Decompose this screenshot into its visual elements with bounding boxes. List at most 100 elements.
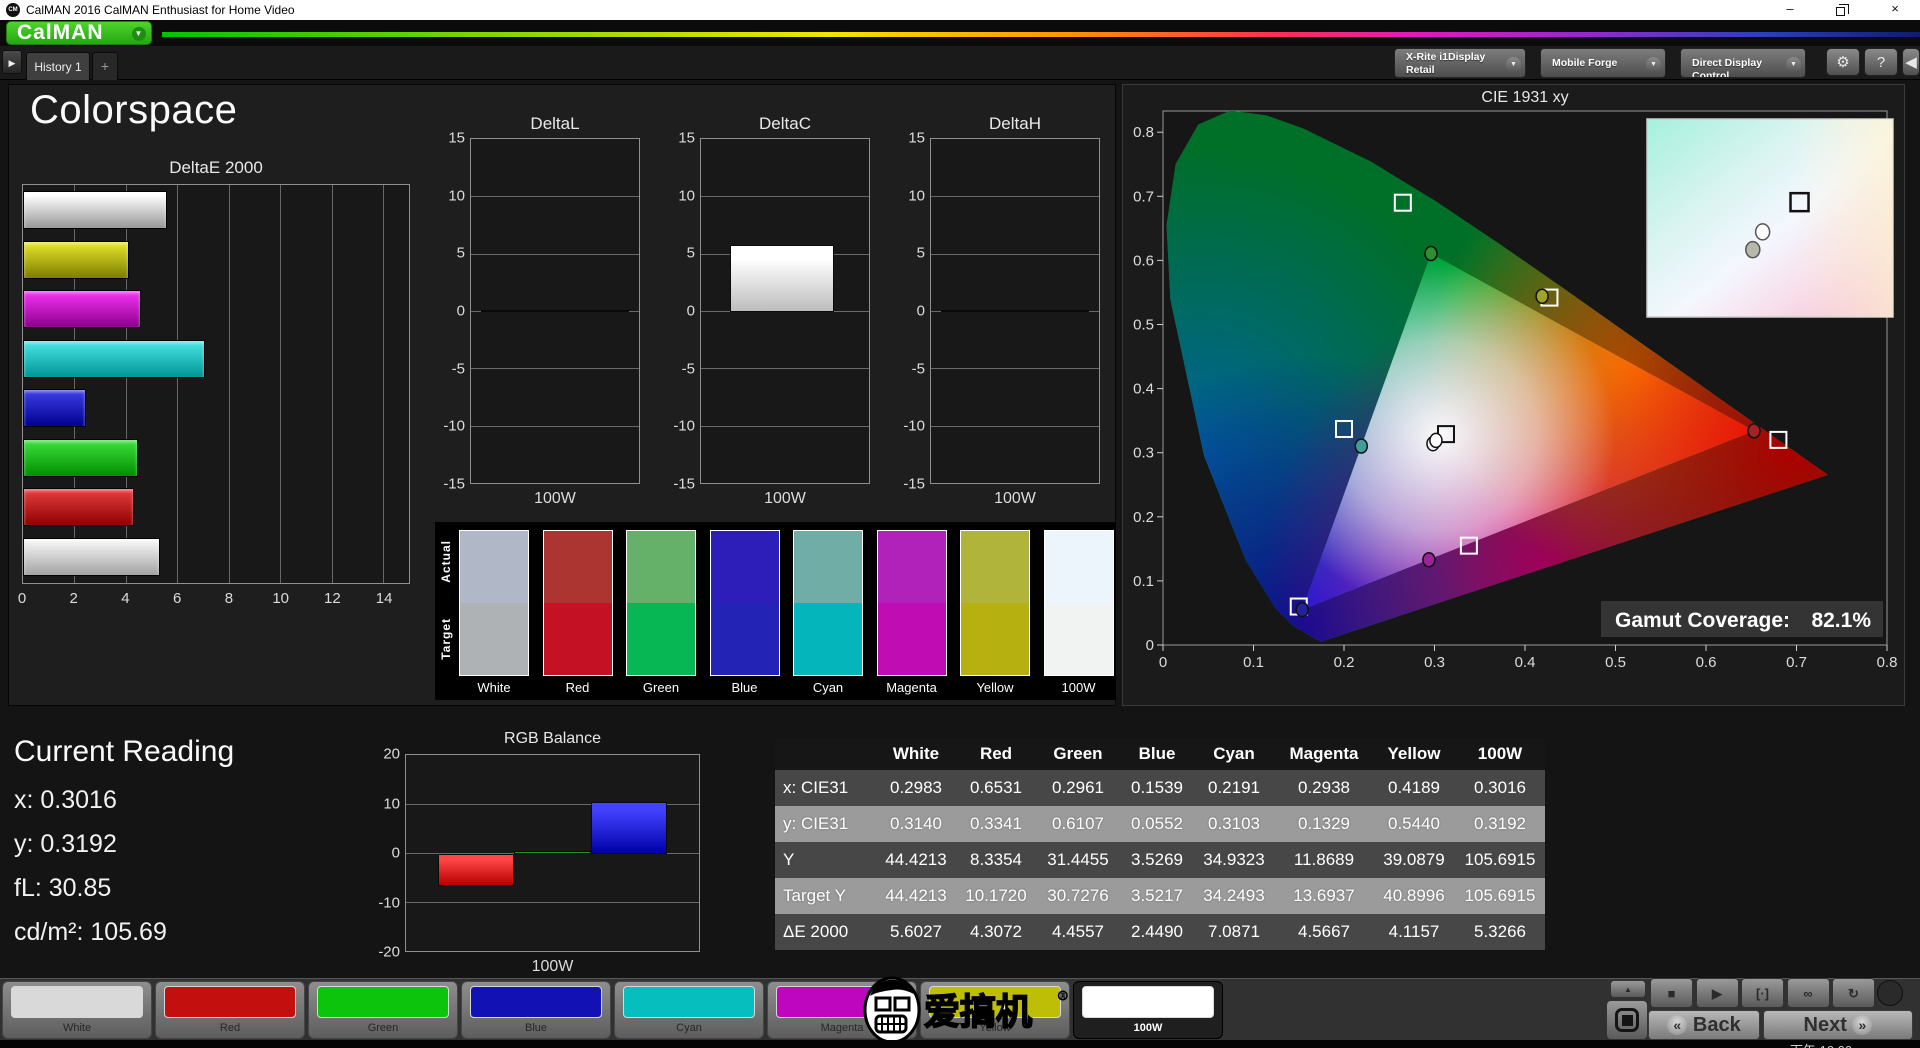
stop-icon: ■ (1667, 986, 1676, 1001)
swatch-label: Red (565, 680, 590, 695)
table-cell: 13.6937 (1275, 878, 1373, 914)
back-button[interactable]: « Back (1648, 1010, 1760, 1040)
swatch-actual (877, 531, 946, 603)
tab-history-1[interactable]: History 1 (26, 52, 90, 80)
bottom-strip: 下午 10:00 (0, 1040, 1920, 1048)
up-arrow-icon: ▲ (1624, 985, 1632, 994)
color-patch (929, 986, 1061, 1018)
clock-text: 下午 10:00 (1790, 1040, 1852, 1048)
history-panel-expander[interactable]: ▶ (2, 50, 22, 74)
gamut-coverage-badge: Gamut Coverage: 82.1% (1601, 601, 1883, 637)
column-header-White: White (875, 738, 957, 770)
help-button[interactable]: ? (1864, 48, 1898, 76)
cie-y-tick: 0.2 (1133, 509, 1154, 526)
patch-button-yellow[interactable]: Yellow (920, 981, 1070, 1039)
patch-button-magenta[interactable]: Magenta (767, 981, 917, 1039)
cie-x-tick: 0.7 (1786, 654, 1807, 671)
column-header-Red: Red (957, 738, 1035, 770)
patch-button-label: Blue (524, 1022, 548, 1034)
table-row: x: CIE31 0.2983 0.6531 0.2961 0.1539 0.2191 0.… (775, 770, 1545, 806)
row-label: Y (775, 842, 875, 878)
swatch-label: Green (642, 680, 680, 695)
minimize-button[interactable]: – (1770, 0, 1810, 20)
rgb-balance-y-tick: 10 (383, 795, 400, 812)
refresh-button[interactable]: ↻ (1832, 978, 1875, 1008)
table-row: Target Y 44.4213 10.1720 30.7276 3.5217 34.24… (775, 878, 1545, 914)
panel-up-button[interactable]: ▲ (1610, 980, 1646, 998)
play-button[interactable]: ▶ (1695, 978, 1739, 1008)
color-patch (11, 986, 143, 1018)
swatch-target (710, 603, 779, 675)
column-header-Blue: Blue (1121, 738, 1193, 770)
table-cell: 10.1720 (957, 878, 1035, 914)
patch-button-label: Green (367, 1022, 399, 1034)
next-button[interactable]: Next » (1763, 1010, 1913, 1040)
patch-button-red[interactable]: Red (155, 981, 305, 1039)
add-tab-button[interactable]: + (92, 52, 118, 80)
swatch-actual (794, 531, 862, 603)
swatch-label: 100W (1061, 680, 1096, 695)
collapse-button[interactable]: ◀ (1902, 48, 1920, 76)
cie-white-point-inset (1646, 118, 1894, 318)
rgb-balance-bar-green (514, 851, 591, 854)
gridline (406, 804, 699, 805)
pattern-window-button[interactable] (1606, 1000, 1648, 1040)
table-cell: 0.6531 (957, 770, 1035, 806)
close-button[interactable]: × (1875, 0, 1915, 20)
restore-button[interactable] (1820, 0, 1860, 20)
cie-y-tick: 0.3 (1133, 445, 1154, 462)
table-cell: 4.4557 (1035, 914, 1121, 950)
patch-button-cyan[interactable]: Cyan (614, 981, 764, 1039)
cie-x-tick: 0.8 (1877, 654, 1898, 671)
chevron-down-icon: ▼ (1506, 57, 1521, 72)
patch-button-blue[interactable]: Blue (461, 981, 611, 1039)
gear-icon: ⚙ (1836, 54, 1850, 71)
settings-button[interactable]: ⚙ (1826, 48, 1860, 76)
table-row: Y 44.4213 8.3354 31.4455 3.5269 34.9323 11.868… (775, 842, 1545, 878)
column-header-Magenta: Magenta (1275, 738, 1373, 770)
source-dropdown[interactable]: Mobile Forge ▼ (1540, 48, 1666, 78)
swatch-column-cyan: Cyan (793, 530, 863, 695)
rgb-balance-plot (405, 754, 700, 952)
loop-button[interactable]: ∞ (1786, 978, 1830, 1008)
display-control-dropdown[interactable]: Direct Display Control ▼ (1680, 48, 1806, 78)
swatch-target (460, 603, 528, 675)
pattern-button[interactable]: [·] (1741, 978, 1784, 1008)
current-reading-fl: fL: 30.85 (14, 874, 112, 902)
source-status-stripe (1543, 51, 1547, 75)
swatch-column-100w: 100W (1043, 530, 1114, 695)
swatch-box (1043, 530, 1114, 676)
table-header-row: White Red Green Blue Cyan Magenta Yellow 100W (775, 738, 1545, 770)
swatch-actual (710, 531, 779, 603)
swatch-column-magenta: Magenta (876, 530, 947, 695)
measured-marker-blue (1295, 601, 1310, 618)
patch-button-100w[interactable]: 100W (1073, 981, 1223, 1039)
source-label: Mobile Forge (1552, 57, 1618, 69)
table-cell: 44.4213 (875, 878, 957, 914)
table-cell: 11.8689 (1275, 842, 1373, 878)
table-cell: 5.3266 (1455, 914, 1545, 950)
target-row-label: Target (439, 618, 453, 660)
rgb-balance-y-tick: 0 (391, 844, 400, 862)
cie-1931-panel: CIE 1931 xy 0 0.1 0.2 0.3 0.4 0.5 0.6 0.7 0.8 0 0.… (1122, 84, 1905, 706)
measured-marker-yellow (1535, 288, 1549, 305)
tab-toolbar-row: ▶ History 1 + X-Rite i1Display RetailLCD… (0, 46, 1920, 80)
column-header-Green: Green (1035, 738, 1121, 770)
patch-button-white[interactable]: White (2, 981, 152, 1039)
row-label: x: CIE31 (775, 770, 875, 806)
measured-marker-red (1747, 423, 1761, 439)
logo-dropdown-icon[interactable]: ▼ (132, 27, 146, 41)
patch-button-green[interactable]: Green (308, 981, 458, 1039)
stop-button[interactable]: ■ (1650, 978, 1693, 1008)
table-cell: 0.2938 (1275, 770, 1373, 806)
calman-logo-button[interactable]: CalMAN ▼ (6, 21, 152, 45)
rgb-balance-y-tick: -20 (378, 943, 400, 961)
row-label: ΔE 2000 (775, 914, 875, 950)
patch-button-label: Red (219, 1022, 241, 1034)
cie-y-tick: 0.5 (1133, 317, 1154, 334)
column-header-100W: 100W (1455, 738, 1545, 770)
swatch-column-yellow: Yellow (960, 530, 1030, 695)
meter-dropdown[interactable]: X-Rite i1Display RetailLCD (LED) ▼ (1394, 48, 1526, 78)
rgb-balance-title: RGB Balance (504, 730, 601, 747)
table-cell: 39.0879 (1373, 842, 1455, 878)
